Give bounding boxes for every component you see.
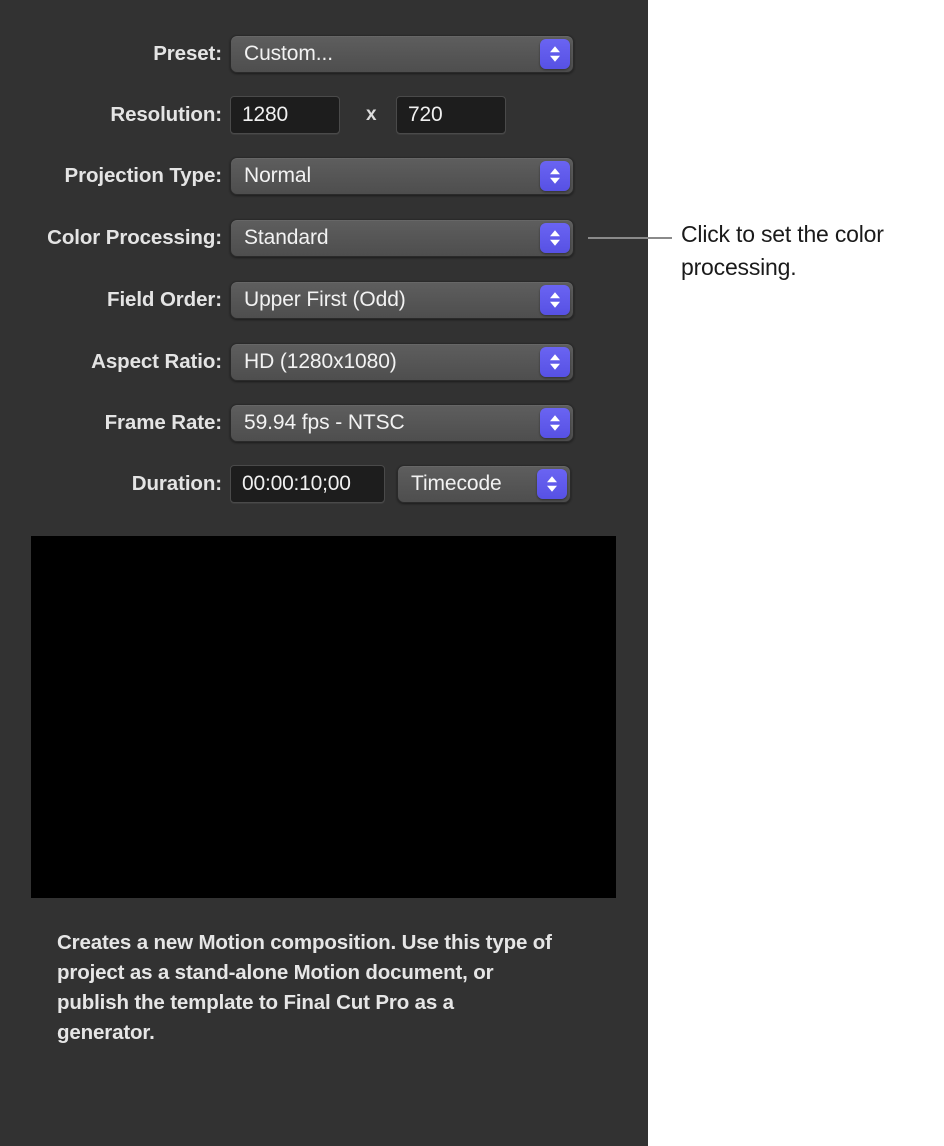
- up-down-chevron-icon[interactable]: [540, 223, 570, 253]
- label-duration: Duration:: [131, 472, 222, 495]
- duration-unit-value: Timecode: [411, 472, 502, 495]
- project-settings-panel: Preset: Custom... Resolution: 1280 x 720…: [0, 0, 648, 1146]
- preset-popup-button[interactable]: Custom...: [230, 35, 574, 73]
- project-preview-area: [31, 536, 616, 898]
- row-projection-type: Projection Type: Normal: [0, 157, 648, 195]
- projection-type-popup-value: Normal: [244, 164, 312, 187]
- row-preset: Preset: Custom...: [0, 35, 648, 73]
- up-down-chevron-icon[interactable]: [540, 408, 570, 438]
- row-color-processing: Color Processing: Standard: [0, 219, 648, 257]
- label-preset: Preset:: [153, 42, 222, 65]
- field-order-popup-value: Upper First (Odd): [244, 288, 406, 311]
- callout-label: Click to set the color processing.: [681, 221, 884, 280]
- frame-rate-popup-button[interactable]: 59.94 fps - NTSC: [230, 404, 574, 442]
- duration-input[interactable]: 00:00:10;00: [230, 465, 385, 503]
- resolution-width-value: 1280: [242, 103, 288, 126]
- label-aspect-ratio: Aspect Ratio:: [91, 350, 222, 373]
- row-aspect-ratio: Aspect Ratio: HD (1280x1080): [0, 343, 648, 381]
- row-frame-rate: Frame Rate: 59.94 fps - NTSC: [0, 404, 648, 442]
- aspect-ratio-popup-value: HD (1280x1080): [244, 350, 397, 373]
- up-down-chevron-icon[interactable]: [540, 39, 570, 69]
- label-field-order: Field Order:: [107, 288, 222, 311]
- field-order-popup-button[interactable]: Upper First (Odd): [230, 281, 574, 319]
- row-field-order: Field Order: Upper First (Odd): [0, 281, 648, 319]
- duration-value: 00:00:10;00: [242, 472, 351, 495]
- callout-leader-line: [588, 237, 672, 239]
- up-down-chevron-icon[interactable]: [540, 347, 570, 377]
- preset-popup-value: Custom...: [244, 42, 333, 65]
- resolution-separator: x: [366, 104, 377, 125]
- up-down-chevron-icon[interactable]: [540, 285, 570, 315]
- label-resolution: Resolution:: [110, 103, 222, 126]
- label-projection-type: Projection Type:: [64, 164, 223, 187]
- aspect-ratio-popup-button[interactable]: HD (1280x1080): [230, 343, 574, 381]
- frame-rate-popup-value: 59.94 fps - NTSC: [244, 411, 405, 434]
- projection-type-popup-button[interactable]: Normal: [230, 157, 574, 195]
- label-frame-rate: Frame Rate:: [104, 411, 222, 434]
- up-down-chevron-icon[interactable]: [537, 469, 567, 499]
- duration-unit-popup-button[interactable]: Timecode: [397, 465, 571, 503]
- row-duration: Duration: 00:00:10;00 Timecode: [0, 465, 648, 503]
- resolution-height-value: 720: [408, 103, 443, 126]
- color-processing-popup-button[interactable]: Standard: [230, 219, 574, 257]
- up-down-chevron-icon[interactable]: [540, 161, 570, 191]
- resolution-width-input[interactable]: 1280: [230, 96, 340, 134]
- resolution-height-input[interactable]: 720: [396, 96, 506, 134]
- label-color-processing: Color Processing:: [47, 226, 222, 249]
- row-resolution: Resolution: 1280 x 720: [0, 96, 648, 134]
- project-description-text: Creates a new Motion composition. Use th…: [57, 931, 552, 1044]
- color-processing-popup-value: Standard: [244, 226, 329, 249]
